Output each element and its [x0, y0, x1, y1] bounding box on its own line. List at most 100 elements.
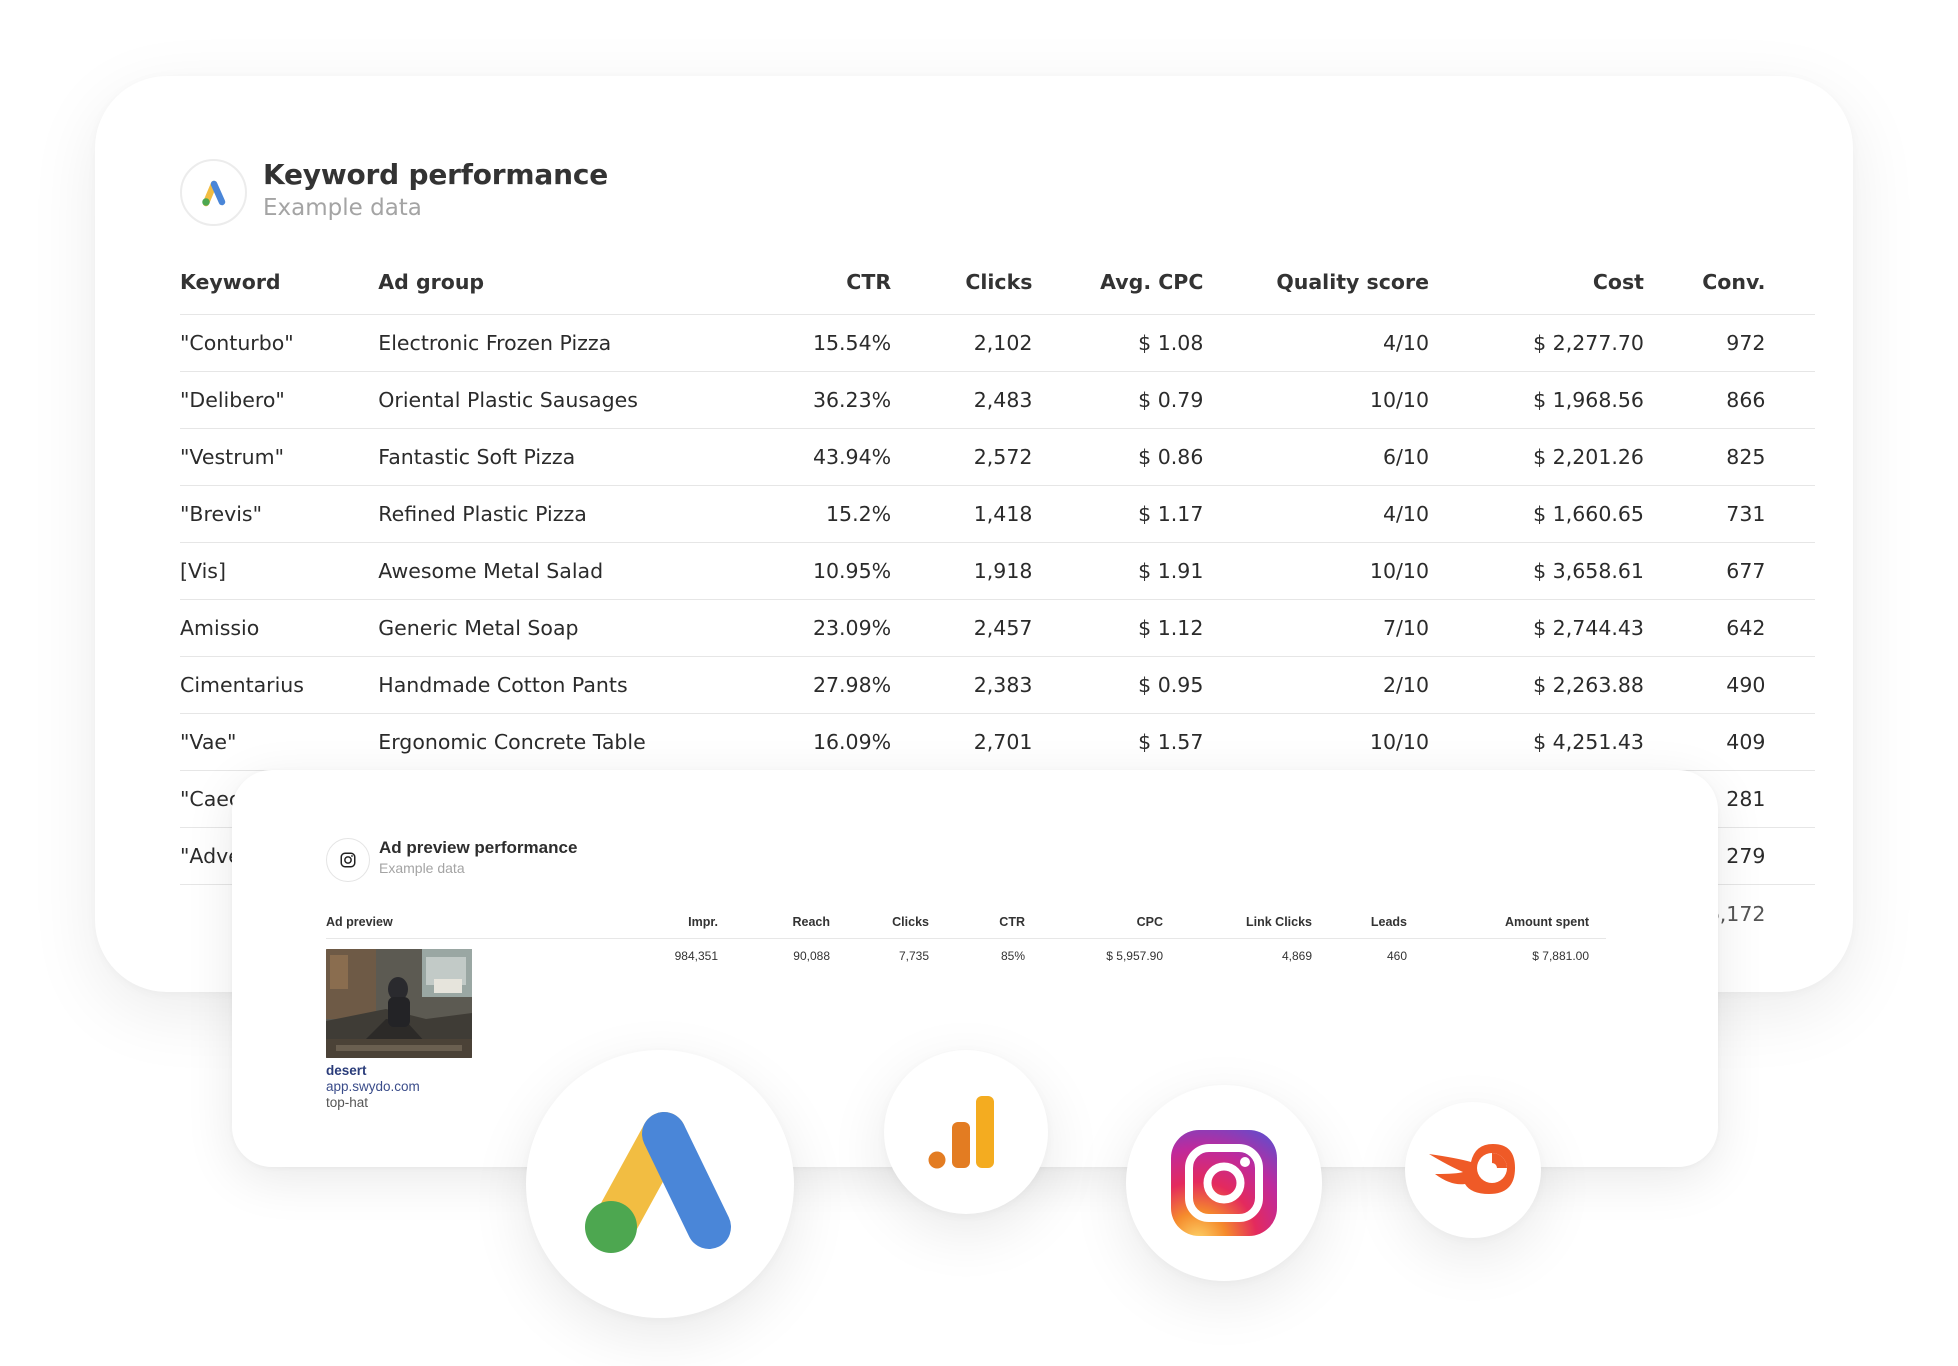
table-row: Cimentarius Handmade Cotton Pants 27.98% 2,… [180, 656, 1815, 714]
cell-quality-score: 4/10 [1203, 485, 1429, 543]
cell-cost: $ 1,968.56 [1429, 371, 1644, 429]
column-header-clicks[interactable]: Clicks [891, 250, 1033, 315]
cell-keyword: "Brevis" [180, 485, 379, 543]
table-row: Amissio Generic Metal Soap 23.09% 2,457 $ 1.… [180, 599, 1815, 657]
column-header-ad-group[interactable]: Ad group [378, 250, 646, 315]
cell-ctr: 16.09% [645, 713, 892, 771]
google-ads-icon [180, 159, 247, 226]
table-row: "Delibero" Oriental Plastic Sausages 36.23… [180, 371, 1815, 429]
cell-keyword: "Vae" [180, 713, 379, 771]
column-spacer [1765, 827, 1815, 885]
column-spacer [1765, 885, 1815, 944]
ad-url-link[interactable]: app.swydo.com [326, 1079, 526, 1094]
cell-avg-cpc: $ 0.95 [1032, 656, 1204, 714]
cell-ad-group: Electronic Frozen Pizza [378, 314, 646, 372]
cell-keyword: [Vis] [180, 542, 379, 600]
table-row: [Vis] Awesome Metal Salad 10.95% 1,918 $ 1.9… [180, 542, 1815, 600]
column-header-leads[interactable]: Leads [1312, 906, 1407, 939]
column-header-clicks[interactable]: Clicks [830, 906, 929, 939]
cell-ad-group: Oriental Plastic Sausages [378, 371, 646, 429]
cell-ctr: 10.95% [645, 542, 892, 600]
cell-avg-cpc: $ 0.86 [1032, 428, 1204, 486]
cell-conv: 731 [1643, 485, 1766, 543]
cell-conv: 677 [1643, 542, 1766, 600]
cell-link-clicks: 4,869 [1281, 949, 1312, 963]
column-header-amount-spent[interactable]: Amount spent [1407, 906, 1589, 939]
cell-conv: 642 [1643, 599, 1766, 657]
table-row: "Vae" Ergonomic Concrete Table 16.09% 2,701… [180, 713, 1815, 771]
ad-preview-table-header: Ad preview Impr. Reach Clicks CTR CPC Li… [326, 906, 1606, 939]
column-header-ctr[interactable]: CTR [645, 250, 892, 315]
keyword-card-subtitle: Example data [263, 195, 422, 221]
table-row: "Conturbo" Electronic Frozen Pizza 15.54% 2… [180, 314, 1815, 372]
cell-clicks: 2,572 [891, 428, 1033, 486]
cell-clicks: 2,457 [891, 599, 1033, 657]
column-header-link-clicks[interactable]: Link Clicks [1163, 906, 1312, 939]
column-spacer [1765, 428, 1815, 486]
cell-conv: 490 [1643, 656, 1766, 714]
column-spacer [1765, 656, 1815, 714]
cell-cost: $ 2,277.70 [1429, 314, 1644, 372]
cell-quality-score: 10/10 [1203, 713, 1429, 771]
keyword-card-title: Keyword performance [263, 158, 609, 191]
cell-clicks: 1,418 [891, 485, 1033, 543]
cell-keyword: Cimentarius [180, 656, 379, 714]
cell-clicks: 1,918 [891, 542, 1033, 600]
cell-ctr: 23.09% [645, 599, 892, 657]
cell-ctr: 15.2% [645, 485, 892, 543]
ad-name-link[interactable]: desert [326, 1063, 526, 1078]
cell-cost: $ 2,201.26 [1429, 428, 1644, 486]
column-header-ctr[interactable]: CTR [929, 906, 1025, 939]
column-header-cpc[interactable]: CPC [1025, 906, 1163, 939]
cell-ad-group: Handmade Cotton Pants [378, 656, 646, 714]
cell-keyword: "Conturbo" [180, 314, 379, 372]
ad-preview-thumbnail[interactable] [326, 949, 472, 1058]
cell-clicks: 2,102 [891, 314, 1033, 372]
cell-clicks: 2,483 [891, 371, 1033, 429]
instagram-logo-bubble [1126, 1085, 1322, 1281]
ad-preview-card-subtitle: Example data [379, 860, 465, 876]
column-spacer [1765, 713, 1815, 771]
cell-avg-cpc: $ 0.79 [1032, 371, 1204, 429]
instagram-icon [1171, 1130, 1277, 1236]
cell-keyword: Amissio [180, 599, 379, 657]
semrush-icon [1429, 1144, 1515, 1194]
table-row: "Vestrum" Fantastic Soft Pizza 43.94% 2,572… [180, 428, 1815, 486]
cell-amount-spent: $ 7,881.00 [1532, 949, 1589, 963]
column-header-quality-score[interactable]: Quality score [1203, 250, 1429, 315]
cell-quality-score: 10/10 [1203, 542, 1429, 600]
column-header-impr[interactable]: Impr. [526, 906, 718, 939]
google-analytics-logo-bubble [884, 1050, 1048, 1214]
cell-cost: $ 2,263.88 [1429, 656, 1644, 714]
cell-cost: $ 4,251.43 [1429, 713, 1644, 771]
column-header-avg-cpc[interactable]: Avg. CPC [1032, 250, 1204, 315]
cell-keyword: "Delibero" [180, 371, 379, 429]
column-header-reach[interactable]: Reach [718, 906, 830, 939]
cell-ctr: 27.98% [645, 656, 892, 714]
cell-ad-group: Awesome Metal Salad [378, 542, 646, 600]
column-spacer [1765, 250, 1815, 315]
column-header-cost[interactable]: Cost [1429, 250, 1644, 315]
cell-clicks: 2,383 [891, 656, 1033, 714]
cell-cpc: $ 5,957.90 [1106, 949, 1163, 963]
cell-cost: $ 1,660.65 [1429, 485, 1644, 543]
cell-ad-group: Generic Metal Soap [378, 599, 646, 657]
column-spacer [1765, 314, 1815, 372]
instagram-icon [326, 838, 370, 882]
cell-conv: 825 [1643, 428, 1766, 486]
column-header-keyword[interactable]: Keyword [180, 250, 379, 315]
cell-quality-score: 2/10 [1203, 656, 1429, 714]
google-analytics-icon [928, 1096, 994, 1169]
cell-keyword: "Vestrum" [180, 428, 379, 486]
column-spacer [1765, 542, 1815, 600]
column-header-conv[interactable]: Conv. [1643, 250, 1766, 315]
google-ads-logo-bubble [526, 1050, 794, 1318]
cell-ctr: 15.54% [645, 314, 892, 372]
cell-leads: 460 [1386, 949, 1407, 963]
cell-avg-cpc: $ 1.12 [1032, 599, 1204, 657]
column-spacer [1765, 770, 1815, 828]
cell-avg-cpc: $ 1.57 [1032, 713, 1204, 771]
cell-avg-cpc: $ 1.17 [1032, 485, 1204, 543]
cell-ad-group: Refined Plastic Pizza [378, 485, 646, 543]
column-header-ad-preview[interactable]: Ad preview [326, 906, 526, 939]
